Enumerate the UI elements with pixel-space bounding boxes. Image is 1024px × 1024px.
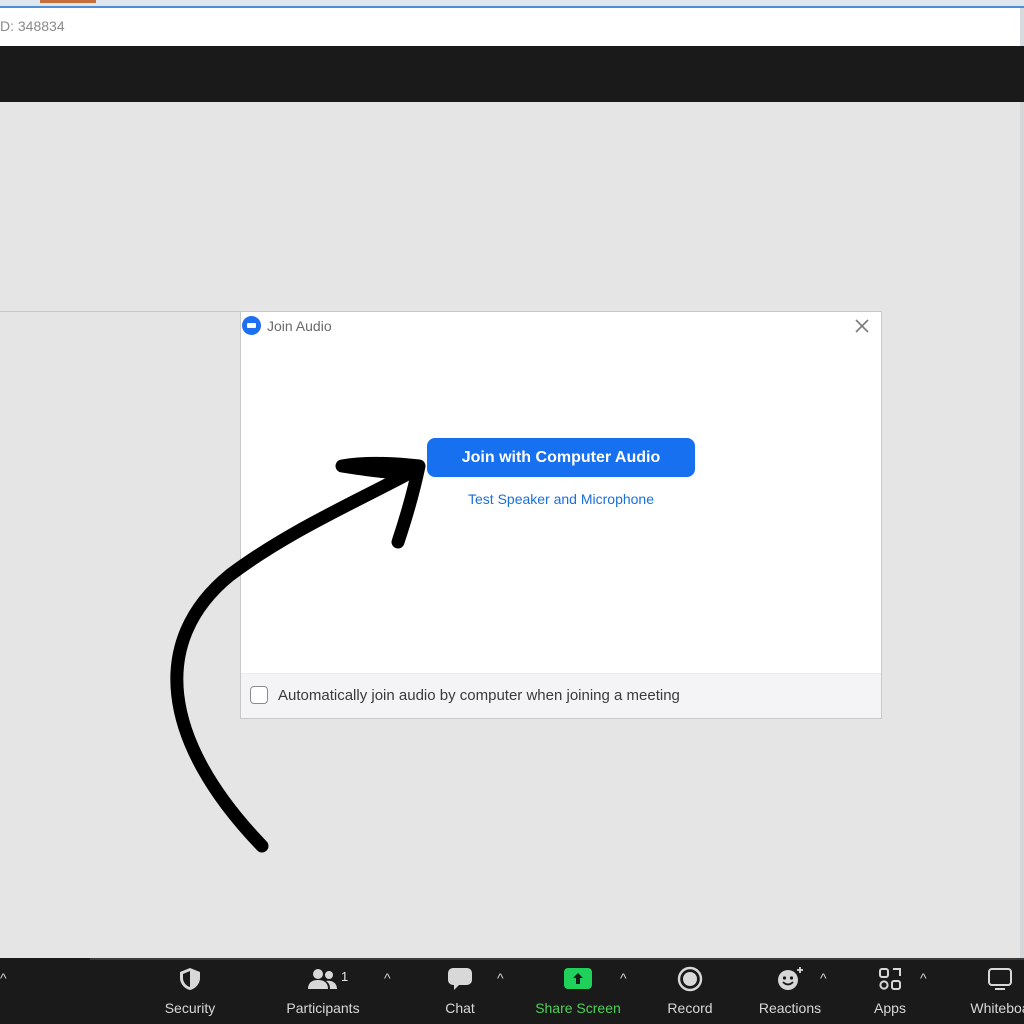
toolbar-top-border <box>90 958 1024 960</box>
reactions-label: Reactions <box>758 1000 822 1016</box>
apps-icon <box>879 968 901 990</box>
toolbar-item-security[interactable]: Security <box>150 966 230 1022</box>
reactions-icon <box>778 967 803 990</box>
toolbar-item-share-screen[interactable]: Share Screen <box>528 966 628 1022</box>
participants-caret-icon[interactable]: ^ <box>384 970 391 986</box>
whiteboard-label: Whiteboa <box>970 1000 1024 1016</box>
auto-join-checkbox[interactable] <box>250 686 268 704</box>
dialog-titlebar: Join Audio <box>241 312 881 342</box>
record-icon <box>677 966 703 992</box>
toolbar-item-chat[interactable]: Chat <box>425 966 495 1022</box>
test-speaker-microphone-link[interactable]: Test Speaker and Microphone <box>401 491 721 507</box>
meeting-id-text: D: 348834 <box>0 18 65 34</box>
zoom-logo-icon <box>242 316 261 335</box>
tab-accent <box>40 0 96 3</box>
participants-icon <box>308 969 337 989</box>
video-area-divider <box>0 311 240 312</box>
meeting-header-bar <box>0 46 1024 102</box>
reactions-caret-icon[interactable]: ^ <box>820 970 827 986</box>
toolbar-item-record[interactable]: Record <box>655 966 725 1022</box>
share-screen-label: Share Screen <box>535 1000 621 1016</box>
leftmost-caret-icon[interactable]: ^ <box>0 970 7 986</box>
toolbar-item-whiteboard[interactable]: Whiteboa <box>960 966 1024 1022</box>
join-computer-audio-button[interactable]: Join with Computer Audio <box>427 438 695 477</box>
meeting-id-bar: D: 348834 <box>0 8 1024 46</box>
record-label: Record <box>667 1000 713 1016</box>
chat-label: Chat <box>445 1000 475 1016</box>
dialog-title: Join Audio <box>267 318 332 334</box>
whiteboard-icon <box>988 968 1012 990</box>
shield-icon <box>180 968 200 990</box>
dialog-footer: Automatically join audio by computer whe… <box>241 673 881 718</box>
participant-count-badge: 1 <box>341 969 349 984</box>
join-audio-dialog: Join Audio Join with Computer Audio Test… <box>240 311 882 719</box>
share-screen-icon <box>564 968 592 989</box>
meeting-toolbar: ^ Security Participants 1 ^ Chat ^ Share… <box>0 958 1024 1024</box>
security-label: Security <box>164 1000 216 1016</box>
apps-label: Apps <box>874 1000 906 1016</box>
chat-caret-icon[interactable]: ^ <box>497 970 504 986</box>
close-icon[interactable] <box>851 315 873 337</box>
toolbar-item-reactions[interactable]: Reactions <box>750 966 830 1022</box>
browser-tab-strip <box>0 0 1024 8</box>
toolbar-item-participants[interactable]: Participants <box>278 966 368 1022</box>
participants-label: Participants <box>286 1000 360 1016</box>
apps-caret-icon[interactable]: ^ <box>920 970 927 986</box>
auto-join-label[interactable]: Automatically join audio by computer whe… <box>278 687 680 704</box>
chat-icon <box>448 968 472 990</box>
toolbar-item-apps[interactable]: Apps <box>860 966 920 1022</box>
window-right-edge <box>1020 102 1024 958</box>
share-caret-icon[interactable]: ^ <box>620 970 627 986</box>
